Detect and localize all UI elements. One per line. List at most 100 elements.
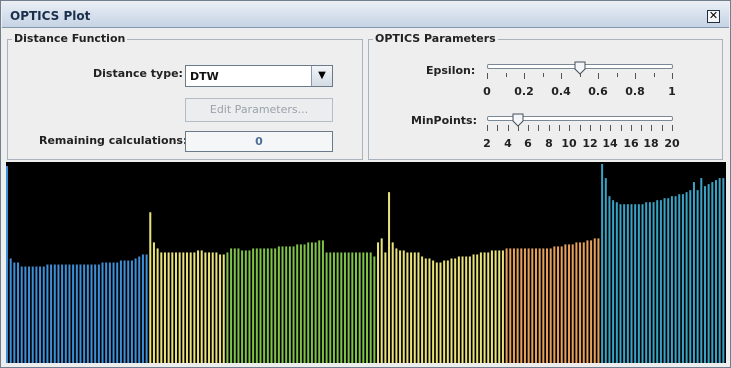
reachability-bar: [285, 246, 288, 363]
reachability-bar: [314, 242, 317, 363]
reachability-bar: [116, 262, 119, 363]
reachability-bar: [542, 248, 545, 363]
reachability-bar: [417, 252, 420, 363]
reachability-bar: [663, 198, 666, 363]
reachability-bar: [329, 252, 332, 363]
reachability-bar: [395, 248, 398, 363]
reachability-bar: [160, 252, 163, 363]
reachability-bar: [61, 264, 64, 363]
reachability-bar: [703, 186, 706, 363]
reachability-bar: [413, 252, 416, 363]
reachability-bar: [656, 200, 659, 363]
reachability-bar: [230, 248, 233, 363]
reachability-bar: [222, 254, 225, 363]
reachability-bar: [689, 190, 692, 363]
reachability-bar: [237, 248, 240, 363]
minpoints-tick: [559, 125, 560, 131]
reachability-bar: [523, 248, 526, 363]
reachability-bar: [582, 242, 585, 363]
epsilon-tick: [617, 73, 618, 77]
reachability-bar: [347, 252, 350, 363]
reachability-bar: [35, 266, 38, 363]
reachability-bar: [512, 248, 515, 363]
reachability-bar: [527, 248, 530, 363]
reachability-bar: [72, 264, 75, 363]
close-icon[interactable]: ✕: [707, 10, 720, 23]
reachability-bar: [549, 248, 552, 363]
reachability-bar: [435, 262, 438, 363]
reachability-bar: [579, 242, 582, 363]
reachability-bar: [546, 248, 549, 363]
reachability-bar: [255, 248, 258, 363]
reachability-bar: [516, 248, 519, 363]
reachability-bar: [696, 190, 699, 363]
reachability-bar: [586, 240, 589, 363]
distance-type-select[interactable]: DTW ▼: [185, 65, 333, 87]
reachability-bar: [174, 252, 177, 363]
reachability-bar: [336, 252, 339, 363]
reachability-bar: [667, 198, 670, 363]
reachability-bar: [9, 258, 12, 363]
reachability-bar: [483, 252, 486, 363]
minpoints-slider[interactable]: 2 4 6 8 10 12 14 16 18 20: [483, 113, 680, 155]
epsilon-tick-label: 0.4: [551, 85, 571, 98]
reachability-bar: [351, 252, 354, 363]
reachability-bar: [402, 250, 405, 363]
reachability-bar: [266, 248, 269, 363]
minpoints-tick: [569, 125, 570, 131]
reachability-bar: [241, 250, 244, 363]
reachability-bar: [369, 252, 372, 363]
title-bar[interactable]: OPTICS Plot ✕: [2, 2, 729, 28]
distance-function-title: Distance Function: [12, 32, 128, 45]
epsilon-slider[interactable]: 0 0.2 0.4 0.6 0.8 1: [483, 61, 676, 103]
reachability-bar: [498, 250, 501, 363]
reachability-bar: [259, 248, 262, 363]
reachability-bar: [494, 250, 497, 363]
reachability-bar: [296, 244, 299, 363]
reachability-bar: [626, 204, 629, 363]
reachability-bar: [340, 252, 343, 363]
minpoints-tick: [580, 125, 581, 131]
reachability-bar: [75, 264, 78, 363]
epsilon-tick: [561, 73, 562, 79]
reachability-bar: [79, 264, 82, 363]
reachability-bar: [612, 200, 615, 363]
reachability-bar: [119, 260, 122, 363]
reachability-bar: [388, 192, 391, 363]
reachability-bar: [714, 180, 717, 363]
distance-type-value: DTW: [190, 70, 219, 83]
reachability-bar: [186, 252, 189, 363]
reachability-bar: [189, 252, 192, 363]
reachability-bar: [534, 248, 537, 363]
reachability-bar: [501, 250, 504, 363]
reachability-bar: [362, 252, 365, 363]
reachability-bar: [64, 264, 67, 363]
epsilon-label: Epsilon:: [426, 64, 476, 77]
reachability-bar: [219, 254, 222, 363]
edit-parameters-button[interactable]: Edit Parameters...: [185, 98, 333, 122]
reachability-bar: [277, 246, 280, 363]
reachability-bar: [39, 266, 42, 363]
reachability-bar: [163, 252, 166, 363]
reachability-bar: [505, 248, 508, 363]
reachability-bar: [479, 252, 482, 363]
reachability-bar: [24, 266, 27, 363]
reachability-bar: [645, 202, 648, 363]
reachability-bar: [421, 256, 424, 363]
minpoints-tick: [641, 125, 642, 131]
reachability-bar: [20, 266, 23, 363]
reachability-bar: [608, 196, 611, 363]
reachability-bar: [321, 240, 324, 363]
reachability-bar: [318, 240, 321, 363]
reachability-bar: [28, 266, 31, 363]
reachability-bar: [270, 248, 273, 363]
minpoints-tick: [497, 125, 498, 131]
reachability-bar: [641, 204, 644, 363]
epsilon-tick: [506, 73, 507, 77]
reachability-bar: [197, 250, 200, 363]
chevron-down-icon[interactable]: ▼: [311, 66, 332, 86]
minpoints-tick: [672, 125, 673, 131]
reachability-bar: [366, 252, 369, 363]
reachability-bar: [520, 248, 523, 363]
reachability-bar: [244, 250, 247, 363]
